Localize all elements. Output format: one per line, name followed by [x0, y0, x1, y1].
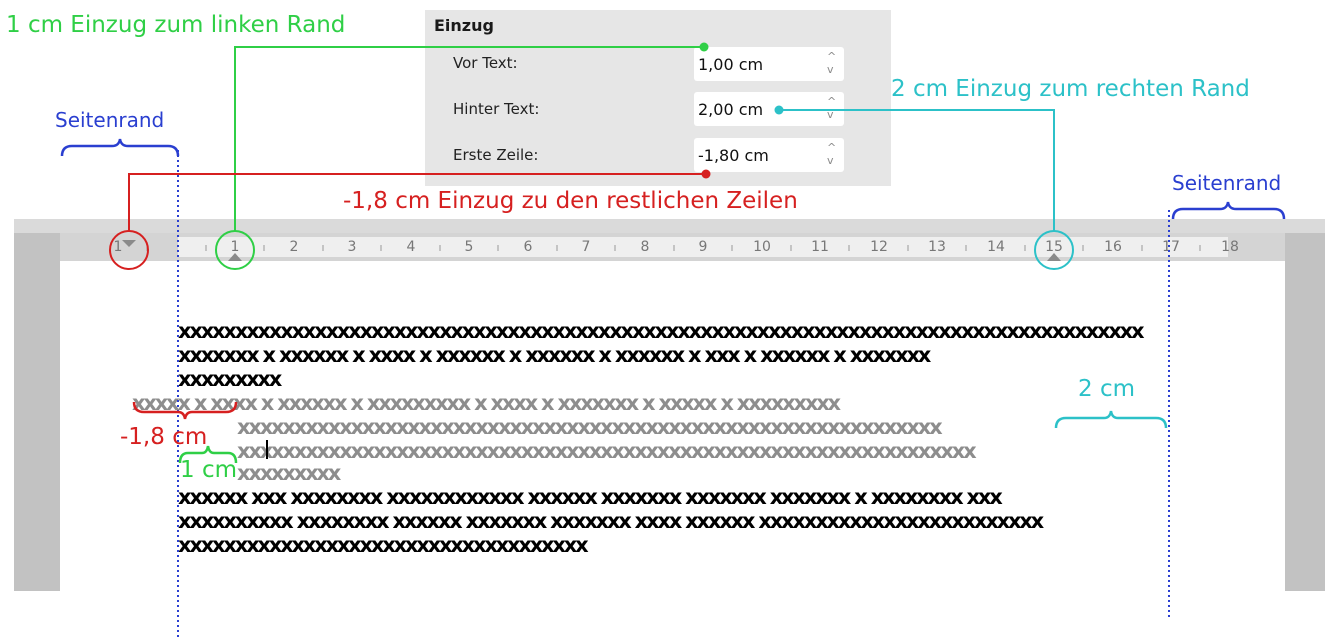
right-indent-brace — [1054, 410, 1168, 429]
left-indent-measure: 1 cm — [180, 457, 237, 483]
left-margin-annotation: Seitenrand — [55, 108, 165, 132]
left-margin-brace — [60, 138, 180, 157]
first-line-measure: -1,8 cm — [120, 424, 208, 450]
right-margin-brace — [1171, 201, 1286, 220]
first-line-brace — [132, 401, 238, 420]
right-indent-connector — [779, 109, 1055, 231]
right-indent-circle — [1034, 230, 1074, 270]
left-indent-circle — [215, 230, 255, 270]
right-margin-annotation: Seitenrand — [1172, 171, 1282, 195]
first-line-circle — [109, 230, 149, 270]
right-indent-measure: 2 cm — [1078, 376, 1135, 402]
left-indent-annotation: 1 cm Einzug zum linken Rand — [6, 12, 346, 38]
first-line-annotation: -1,8 cm Einzug zu den restlichen Zeilen — [343, 188, 798, 214]
right-indent-annotation: 2 cm Einzug zum rechten Rand — [891, 76, 1250, 102]
